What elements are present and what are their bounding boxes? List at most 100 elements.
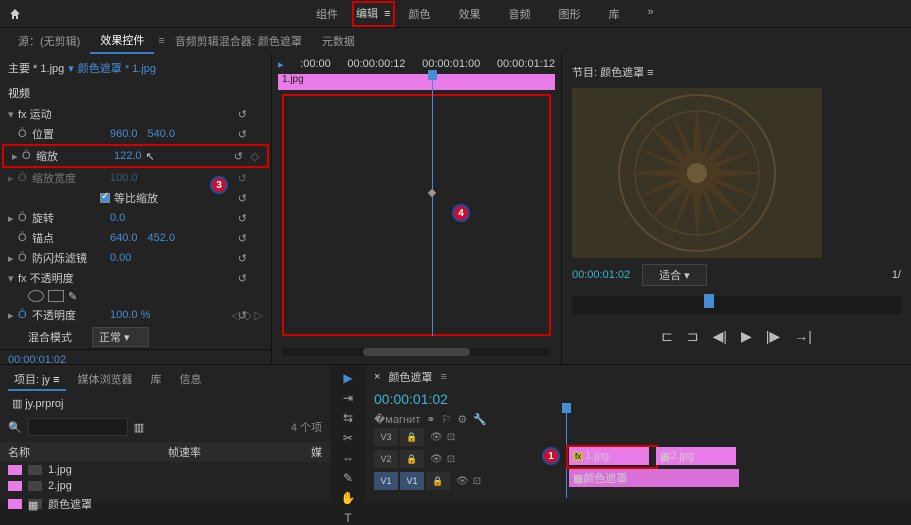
motion-effect[interactable]: ▾ fx 运动 ↺	[0, 104, 271, 124]
stopwatch-icon[interactable]: Ö	[18, 128, 32, 140]
rotation-row[interactable]: ▸Ö 旋转 0.0 ↺	[0, 208, 271, 228]
scale-row[interactable]: ▸ Ö 缩放 122.0 ↖ ↺ ◇	[4, 146, 267, 166]
track-lock-icon[interactable]: 🔒	[400, 450, 424, 468]
tab-project[interactable]: 项目: jy ≡	[8, 369, 66, 391]
playhead-marker[interactable]	[704, 294, 714, 308]
track-header[interactable]: V2	[374, 450, 398, 468]
tab-audio[interactable]: 音频	[495, 1, 545, 27]
col-name[interactable]: 名称	[8, 444, 168, 460]
overflow-icon[interactable]: »	[634, 1, 668, 27]
position-x[interactable]: 960.0	[110, 128, 138, 140]
reset-icon[interactable]: ↺	[238, 272, 247, 285]
anchor-row[interactable]: Ö 锚点 640.0 452.0 ↺	[0, 228, 271, 248]
prev-keyframe-icon[interactable]: ◁ ◇ ▷	[232, 309, 264, 322]
snap-icon[interactable]: �магнит	[374, 413, 420, 426]
selection-tool-icon[interactable]: ▶	[338, 371, 358, 385]
opacity-row[interactable]: ▸Ö 不透明度 100.0 % ↺ ◁ ◇ ▷	[0, 305, 271, 325]
filter-icon[interactable]: ▥	[134, 421, 144, 434]
mark-in-icon[interactable]: ⊏	[661, 328, 673, 345]
close-icon[interactable]: ×	[374, 371, 380, 383]
tab-audio-mixer[interactable]: 音频剪辑混合器: 颜色遮罩	[165, 29, 312, 53]
sequence-name[interactable]: 颜色遮罩	[388, 369, 432, 385]
program-mini-timeline[interactable]	[572, 296, 901, 314]
anchor-y[interactable]: 452.0	[148, 232, 176, 244]
rect-mask-icon[interactable]	[48, 290, 64, 302]
pen-tool-icon[interactable]: ✎	[338, 471, 358, 485]
blend-select[interactable]: 正常 ▾	[92, 327, 149, 347]
type-tool-icon[interactable]: T	[338, 511, 358, 525]
stopwatch-icon[interactable]: Ö	[22, 150, 36, 162]
timeline-clip[interactable]: ▦ 2.jpg	[656, 447, 736, 465]
panel-menu-icon[interactable]: ≡	[440, 371, 446, 383]
tab-info[interactable]: 信息	[174, 369, 208, 391]
next-icon[interactable]: →|	[794, 328, 812, 345]
opacity-value[interactable]: 100.0 %	[110, 309, 150, 321]
ellipse-mask-icon[interactable]	[28, 290, 44, 302]
scrollbar-thumb[interactable]	[363, 348, 471, 356]
home-icon[interactable]	[8, 7, 22, 21]
step-fwd-icon[interactable]: |▶	[766, 328, 780, 345]
reset-icon[interactable]: ↺	[238, 172, 247, 185]
tab-graphics[interactable]: 图形	[545, 1, 595, 27]
flicker-value[interactable]: 0.00	[110, 252, 131, 264]
ripple-tool-icon[interactable]: ⇆	[338, 411, 358, 425]
track-header[interactable]: V1	[400, 472, 424, 490]
track-target[interactable]: V1	[374, 472, 398, 490]
reset-icon[interactable]: ↺	[238, 128, 247, 141]
stopwatch-icon[interactable]: Ö	[18, 232, 32, 244]
reset-icon[interactable]: ↺	[234, 150, 243, 163]
mark-out-icon[interactable]: ⊐	[687, 328, 699, 345]
project-item[interactable]: ▦颜色遮罩	[0, 494, 330, 514]
tab-libraries[interactable]: 库	[145, 369, 168, 391]
time-ruler[interactable]: ▸ :00:00 00:00:00:12 00:00:01:00 00:00:0…	[272, 54, 561, 74]
scale-value[interactable]: 122.0	[114, 150, 142, 162]
tab-source[interactable]: 源：(无剪辑)	[8, 29, 90, 53]
project-item[interactable]: 1.jpg	[0, 462, 330, 478]
tab-editing[interactable]: 编辑 ≡	[352, 1, 395, 27]
search-input[interactable]	[28, 418, 128, 436]
tab-assembly[interactable]: 组件	[302, 1, 352, 27]
step-back-icon[interactable]: ◀|	[713, 328, 727, 345]
disclosure-icon[interactable]: ▾	[8, 272, 18, 285]
clip-link[interactable]: 颜色遮罩 * 1.jpg	[78, 60, 156, 76]
stopwatch-icon[interactable]: Ö	[18, 212, 32, 224]
tab-media-browser[interactable]: 媒体浏览器	[72, 369, 139, 391]
toggle-sync-icon[interactable]: ⊡	[447, 454, 455, 465]
disclosure-icon[interactable]: ▾	[8, 108, 18, 121]
track-header[interactable]: V3	[374, 428, 398, 446]
add-keyframe-icon[interactable]: ◇	[251, 150, 259, 163]
tab-effects[interactable]: 效果	[445, 1, 495, 27]
h-scrollbar[interactable]	[282, 348, 551, 356]
reset-icon[interactable]: ↺	[238, 252, 247, 265]
col-media[interactable]: 媒	[311, 444, 322, 460]
project-item[interactable]: 2.jpg	[0, 478, 330, 494]
track-select-icon[interactable]: ⇥	[338, 391, 358, 405]
clip-bar[interactable]: 1.jpg	[278, 74, 555, 90]
settings-icon[interactable]: ⚙	[457, 413, 467, 426]
toggle-sync-icon[interactable]: ⊡	[473, 476, 481, 487]
ruler-play-icon[interactable]: ▸	[278, 58, 284, 71]
track-lock-icon[interactable]: 🔒	[400, 428, 424, 446]
track-lock-icon[interactable]: 🔒	[426, 472, 450, 490]
tab-metadata[interactable]: 元数据	[312, 29, 365, 53]
stopwatch-icon[interactable]: Ö	[18, 309, 32, 321]
timeline-timecode[interactable]: 00:00:01:02	[366, 389, 911, 409]
wrench-icon[interactable]: 🔧	[473, 413, 487, 426]
hand-tool-icon[interactable]: ✋	[338, 491, 358, 505]
reset-icon[interactable]: ↺	[238, 232, 247, 245]
uniform-checkbox[interactable]	[100, 193, 110, 203]
toggle-output-icon[interactable]: 👁	[430, 432, 443, 443]
tab-effect-controls[interactable]: 效果控件	[90, 28, 154, 54]
uniform-scale-row[interactable]: 等比缩放 ↺	[0, 188, 271, 208]
disclosure-icon[interactable]: ▸	[12, 150, 22, 163]
rotation-value[interactable]: 0.0	[110, 212, 125, 224]
position-y[interactable]: 540.0	[148, 128, 176, 140]
search-icon[interactable]: 🔍	[8, 421, 22, 434]
toggle-output-icon[interactable]: 👁	[456, 476, 469, 487]
anchor-x[interactable]: 640.0	[110, 232, 138, 244]
linked-sel-icon[interactable]: ⚭	[426, 413, 435, 426]
flicker-row[interactable]: ▸Ö 防闪烁滤镜 0.00 ↺	[0, 248, 271, 268]
track-v3[interactable]: V3 🔒 👁 ⊡	[374, 427, 903, 447]
program-timecode[interactable]: 00:00:01:02	[572, 269, 630, 281]
toggle-sync-icon[interactable]: ⊡	[447, 432, 455, 443]
